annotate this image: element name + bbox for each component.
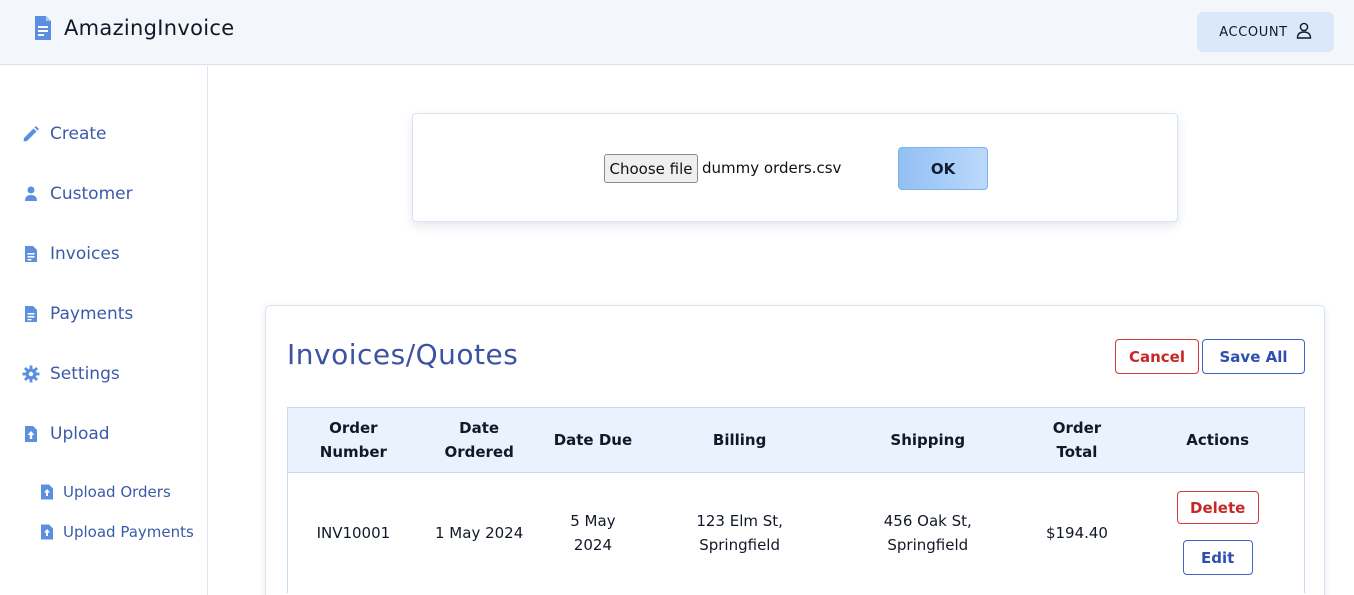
- cell-text: 456 Oak St, Springfield: [883, 512, 972, 554]
- document-icon: [22, 305, 40, 323]
- sidebar: Create Customer Invoices Payments Settin…: [0, 66, 208, 595]
- cell-date-due: 5 May 2024: [540, 473, 647, 593]
- column-header-label: Billing: [712, 431, 767, 449]
- sidebar-item-invoices[interactable]: Invoices: [22, 244, 120, 264]
- sidebar-item-upload-payments[interactable]: Upload Payments: [40, 523, 194, 541]
- save-all-button[interactable]: Save All: [1202, 339, 1305, 374]
- cell-billing: 123 Elm St, Springfield: [646, 473, 833, 593]
- cell-order-total: $194.40: [1023, 473, 1132, 593]
- cell-text: INV10001: [316, 524, 391, 542]
- column-header-billing: Billing: [646, 408, 833, 472]
- table-header: Order Number Date Ordered Date Due Billi…: [288, 408, 1304, 473]
- invoices-table: Order Number Date Ordered Date Due Billi…: [287, 407, 1305, 593]
- account-button[interactable]: ACCOUNT: [1197, 12, 1334, 52]
- column-header-actions: Actions: [1131, 408, 1304, 472]
- table-row: INV10001 1 May 2024 5 May 2024 123 Elm S…: [288, 473, 1304, 593]
- invoices-card: Invoices/Quotes Cancel Save All Order Nu…: [265, 305, 1325, 595]
- upload-card: Choose file dummy orders.csv OK: [412, 113, 1178, 222]
- gear-icon: [22, 365, 40, 383]
- sidebar-item-label: Upload Payments: [63, 523, 194, 541]
- sidebar-item-label: Upload Orders: [63, 483, 171, 501]
- sidebar-item-label: Payments: [50, 304, 134, 324]
- selected-file-name: dummy orders.csv: [702, 159, 842, 177]
- column-header-label: Order Number: [319, 419, 387, 461]
- edit-button[interactable]: Edit: [1182, 540, 1253, 575]
- cancel-button[interactable]: Cancel: [1115, 339, 1199, 374]
- column-header-order-number: Order Number: [288, 408, 419, 472]
- top-header: AmazingInvoice ACCOUNT: [0, 0, 1354, 65]
- column-header-date-due: Date Due: [540, 408, 647, 472]
- pencil-icon: [22, 125, 40, 143]
- column-header-label: Order Total: [1052, 419, 1102, 461]
- column-header-label: Shipping: [890, 431, 966, 449]
- sidebar-item-upload[interactable]: Upload: [22, 424, 110, 444]
- sidebar-item-label: Settings: [50, 364, 120, 384]
- account-label: ACCOUNT: [1219, 24, 1288, 40]
- app-name: AmazingInvoice: [64, 16, 235, 40]
- cell-text: 1 May 2024: [435, 524, 524, 542]
- page-title: Invoices/Quotes: [287, 338, 519, 371]
- document-icon: [34, 15, 52, 41]
- sidebar-item-label: Upload: [50, 424, 110, 444]
- cell-actions: Delete Edit: [1131, 473, 1304, 593]
- sidebar-item-label: Create: [50, 124, 107, 144]
- column-header-order-total: Order Total: [1023, 408, 1132, 472]
- delete-button[interactable]: Delete: [1176, 491, 1259, 524]
- column-header-date-ordered: Date Ordered: [419, 408, 540, 472]
- cell-shipping: 456 Oak St, Springfield: [833, 473, 1023, 593]
- ok-button[interactable]: OK: [898, 147, 988, 190]
- upload-file-icon: [40, 484, 54, 500]
- cell-text: 5 May 2024: [570, 512, 616, 554]
- cell-text: $194.40: [1045, 524, 1108, 542]
- sidebar-item-create[interactable]: Create: [22, 124, 107, 144]
- cell-date-ordered: 1 May 2024: [419, 473, 540, 593]
- document-icon: [22, 245, 40, 263]
- sidebar-item-label: Invoices: [50, 244, 120, 264]
- upload-file-icon: [40, 524, 54, 540]
- choose-file-button[interactable]: Choose file: [604, 154, 698, 183]
- column-header-label: Actions: [1186, 431, 1250, 449]
- upload-file-icon: [22, 425, 40, 443]
- cell-text: 123 Elm St, Springfield: [696, 512, 783, 554]
- sidebar-item-customer[interactable]: Customer: [22, 184, 133, 204]
- sidebar-item-settings[interactable]: Settings: [22, 364, 120, 384]
- column-header-label: Date Ordered: [444, 419, 514, 461]
- cell-order-number: INV10001: [288, 473, 419, 593]
- brand[interactable]: AmazingInvoice: [34, 15, 234, 41]
- column-header-label: Date Due: [553, 431, 633, 449]
- user-icon: [1296, 22, 1312, 43]
- sidebar-item-payments[interactable]: Payments: [22, 304, 133, 324]
- sidebar-item-label: Customer: [50, 184, 133, 204]
- sidebar-item-upload-orders[interactable]: Upload Orders: [40, 483, 171, 501]
- user-icon: [22, 185, 40, 203]
- column-header-shipping: Shipping: [833, 408, 1023, 472]
